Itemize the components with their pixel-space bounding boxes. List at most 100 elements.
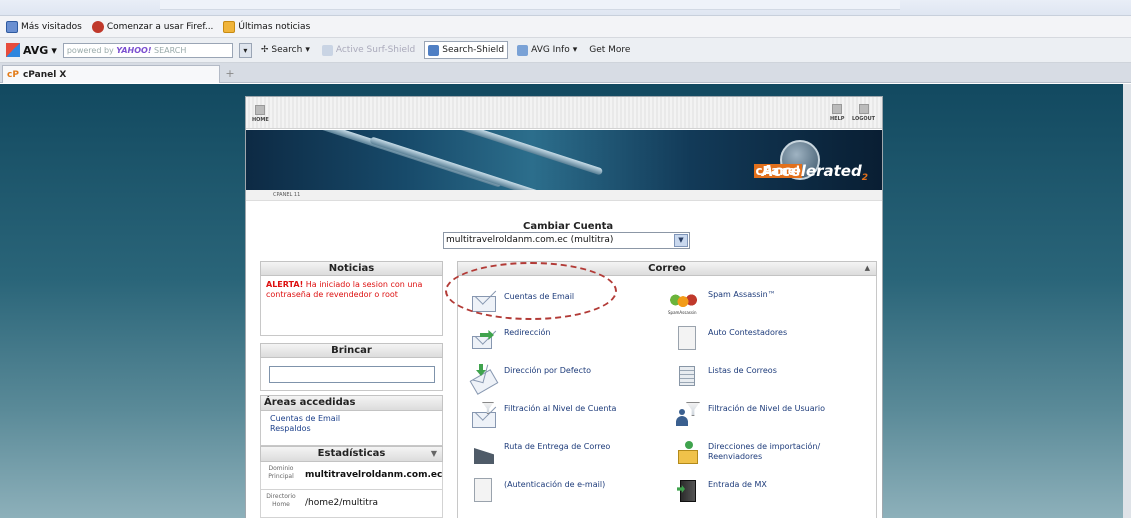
stat-row-domain: Dominio Principal multitravelroldanm.com… (260, 462, 443, 490)
mail-item-label: Filtración al Nivel de Cuenta (504, 404, 617, 413)
bookmark-label: Últimas noticias (238, 21, 311, 32)
mail-item-label: Spam Assassin™ (708, 290, 776, 299)
search-placeholder-suffix: SEARCH (154, 45, 187, 55)
search-shield-label: Search-Shield (442, 45, 505, 55)
chevron-down-icon[interactable]: ▼ (674, 234, 688, 247)
chevron-down-icon: ▾ (572, 45, 578, 55)
home-button[interactable]: HOME (252, 105, 269, 123)
avg-info-button[interactable]: AVG Info ▾ (514, 41, 580, 59)
news-alert: ALERTA! Ha iniciado la sesion con una co… (261, 276, 442, 304)
surf-shield-icon (321, 44, 333, 56)
search-shield-button[interactable]: Search-Shield (424, 41, 509, 59)
mail-item-spam-assassin[interactable]: SpamAssassin Spam Assassin™ (668, 288, 776, 315)
firefox-icon (91, 20, 104, 33)
surf-shield-label: Active Surf-Shield (335, 45, 416, 55)
mail-item-label: Direcciones de importación/ Reenviadores (708, 442, 821, 461)
spam-assassin-icon-caption: SpamAssassin (668, 310, 697, 315)
mail-item-delivery-route[interactable]: Ruta de Entrega de Correo (472, 440, 610, 466)
bookmark-most-visited[interactable]: Más visitados (6, 20, 82, 33)
funnel-icon (686, 402, 700, 416)
news-title: Noticias (260, 261, 443, 276)
accelerated-label: Accelerated (761, 162, 862, 180)
logout-label: LOGOUT (852, 116, 876, 122)
avg-search-input[interactable]: powered by YAHOO! SEARCH (62, 42, 233, 58)
cpanel-subbar: CPANEL 11 (246, 190, 882, 201)
email-auth-icon (474, 478, 492, 502)
highlight-annotation (445, 262, 617, 320)
mail-item-mailing-lists[interactable]: Listas de Correos (676, 364, 777, 390)
avg-info-icon (517, 44, 529, 56)
logout-icon (858, 104, 869, 114)
mail-item-label: Filtración de Nivel de Usuario (708, 404, 826, 413)
mail-item-user-filter[interactable]: Filtración de Nivel de Usuario (676, 402, 825, 428)
mail-item-default-address[interactable]: Dirección por Defecto (469, 364, 591, 395)
avg-menu-button[interactable]: AVG ▾ (6, 43, 57, 57)
mx-entry-icon (680, 480, 696, 502)
frequent-link-backups[interactable]: Respaldos (270, 424, 433, 434)
account-select[interactable]: multitravelroldanm.com.ec (multitra) ▼ (443, 232, 690, 249)
get-more-button[interactable]: Get More (586, 41, 633, 59)
mail-item-import-addresses[interactable]: Direcciones de importación/ Reenviadores (676, 440, 848, 466)
mail-item-label: Redirección (504, 328, 551, 337)
stat-value: multitravelroldanm.com.ec (305, 470, 443, 480)
vertical-scrollbar[interactable] (1123, 84, 1131, 518)
account-selected-value: multitravelroldanm.com.ec (multitra) (446, 235, 614, 245)
account-filter-icon (472, 412, 496, 428)
mail-item-label: (Autenticación de e-mail) (504, 480, 606, 489)
search-dropdown-button[interactable]: ▾ (238, 42, 252, 58)
mail-item-mx-entry[interactable]: Entrada de MX (676, 478, 767, 504)
bookmark-getting-started[interactable]: Comenzar a usar Firef... (91, 20, 213, 33)
collapse-icon[interactable]: ▲ (865, 262, 870, 275)
avg-logo-icon (6, 43, 20, 57)
cpanel-header: HOME HELP LOGOUT (246, 97, 882, 129)
search-placeholder-prefix: powered by (66, 45, 114, 55)
frequent-areas-box: Cuentas de Email Respaldos (260, 411, 443, 446)
cpanel-favicon-icon: cP (7, 69, 19, 80)
mail-item-forwarders[interactable]: Redirección (472, 326, 550, 352)
mailing-lists-icon (679, 366, 695, 386)
mail-item-label: Ruta de Entrega de Correo (504, 442, 611, 451)
accelerated-version: 2 (861, 173, 868, 183)
jump-title: Brincar (260, 343, 443, 358)
yahoo-logo: YAHOO! (116, 45, 152, 55)
avg-info-label: AVG Info (531, 45, 570, 55)
stat-value: /home2/multitra (305, 498, 379, 508)
tab-label: cPanel X (22, 69, 67, 80)
help-button[interactable]: HELP (830, 104, 844, 122)
logout-button[interactable]: LOGOUT (852, 104, 875, 122)
avg-brand-arrow: ▾ (51, 43, 57, 57)
autoresponders-icon (678, 326, 696, 350)
new-tab-button[interactable]: + (222, 67, 238, 81)
banner-accelerated-title: Accelerated2 (762, 162, 868, 183)
frequent-areas-title: Áreas accedidas frecuentemente (260, 395, 443, 422)
help-label: HELP (830, 116, 845, 122)
default-address-icon (469, 369, 499, 395)
bookmark-latest-news[interactable]: Últimas noticias (223, 20, 311, 33)
mail-item-account-filter[interactable]: Filtración al Nivel de Cuenta (472, 402, 616, 428)
window-top-area (160, 0, 900, 10)
stat-key: Dominio Principal (268, 465, 294, 480)
mail-section-title: Correo (648, 263, 686, 274)
rss-icon (223, 20, 236, 33)
banner-cable (309, 130, 503, 188)
home-label: HOME (252, 117, 269, 123)
stats-header[interactable]: Estadísticas ▼ (260, 446, 443, 462)
user-filter-icon (676, 409, 688, 426)
jump-input[interactable] (269, 366, 435, 383)
mail-item-autoresponders[interactable]: Auto Contestadores (676, 326, 798, 352)
active-surf-shield-button[interactable]: Active Surf-Shield (319, 41, 418, 59)
mail-item-email-auth[interactable]: (Autenticación de e-mail) (472, 478, 605, 504)
search-label: Search (271, 45, 303, 55)
search-shield-icon (428, 44, 440, 56)
jump-box (260, 358, 443, 391)
news-box: ALERTA! Ha iniciado la sesion con una co… (260, 276, 443, 336)
cpanel-banner: cPanel Accelerated2 (246, 130, 882, 190)
mail-item-label: Dirección por Defecto (504, 366, 591, 375)
help-icon (832, 104, 843, 114)
frequent-link-email-accounts[interactable]: Cuentas de Email (270, 414, 433, 424)
stats-toggle-icon[interactable]: ▼ (431, 447, 437, 461)
search-button[interactable]: ✢ Search ▾ (258, 41, 313, 59)
chevron-down-icon: ▾ (305, 45, 310, 55)
tab-cpanel[interactable]: cP cPanel X (2, 65, 220, 83)
home-icon (255, 105, 266, 115)
